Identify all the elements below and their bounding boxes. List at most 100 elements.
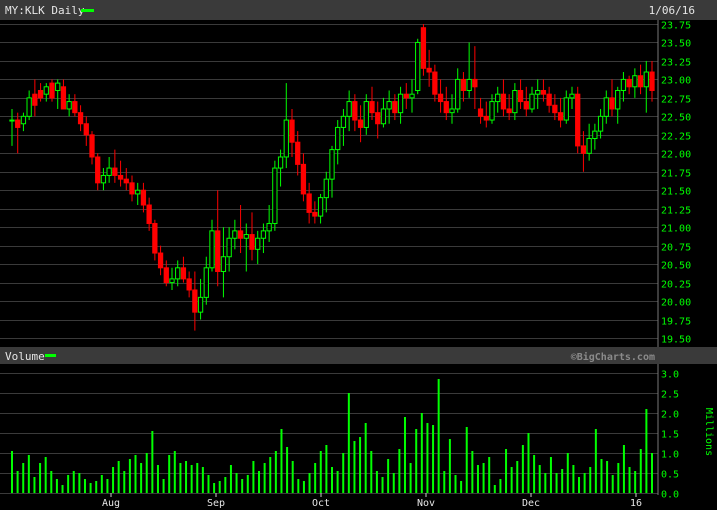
volume-bar bbox=[370, 451, 373, 493]
volume-bar bbox=[375, 471, 378, 493]
volume-bar bbox=[173, 451, 176, 493]
candle-body bbox=[106, 167, 112, 176]
candle-body bbox=[55, 82, 61, 91]
volume-bar bbox=[493, 485, 496, 493]
volume-bar bbox=[471, 451, 474, 493]
volume-bar bbox=[342, 453, 345, 493]
volume-bar bbox=[353, 441, 356, 493]
volume-bar bbox=[476, 465, 479, 493]
volume-bar bbox=[319, 451, 322, 493]
price-tick-label: 22.50 bbox=[661, 113, 691, 124]
candle-body bbox=[89, 134, 95, 158]
candle-body bbox=[535, 89, 541, 95]
candle-body bbox=[49, 82, 55, 99]
volume-bar bbox=[566, 453, 569, 493]
volume-bar bbox=[89, 483, 92, 493]
volume-bar bbox=[78, 473, 81, 493]
candle-body bbox=[226, 237, 232, 258]
volume-bar bbox=[331, 467, 333, 493]
volume-tick-label: 1.0 bbox=[661, 450, 679, 461]
volume-bar bbox=[578, 477, 581, 493]
volume-bar bbox=[510, 467, 513, 493]
volume-bar bbox=[16, 471, 19, 493]
candle-body bbox=[197, 296, 204, 313]
volume-bar bbox=[50, 471, 53, 493]
candle-body bbox=[375, 112, 381, 125]
volume-bar bbox=[600, 459, 603, 493]
volume-bar bbox=[72, 471, 75, 493]
candle-body bbox=[180, 267, 187, 280]
candle-body bbox=[380, 108, 387, 125]
candle-body bbox=[243, 234, 249, 239]
candle-body bbox=[100, 174, 107, 184]
volume-bar bbox=[443, 471, 446, 493]
price-tick-label: 19.50 bbox=[661, 335, 691, 346]
candle-body bbox=[392, 101, 398, 114]
candle-body bbox=[323, 178, 329, 199]
x-tick-label: Dec bbox=[522, 498, 540, 509]
volume-bar bbox=[162, 479, 165, 493]
candle-body bbox=[409, 93, 415, 99]
price-tick-label: 22.25 bbox=[661, 132, 691, 143]
candle-body bbox=[460, 78, 467, 91]
candle-body bbox=[163, 267, 169, 284]
candle-body bbox=[563, 97, 569, 121]
candle-body bbox=[340, 115, 347, 128]
candle-body bbox=[249, 234, 255, 250]
candle-body bbox=[592, 130, 598, 140]
volume-bar bbox=[420, 413, 423, 493]
candle-body bbox=[609, 97, 615, 110]
candle-body bbox=[603, 97, 609, 117]
volume-bar bbox=[11, 451, 13, 493]
volume-bar bbox=[409, 463, 412, 493]
volume-tick-label: 0.5 bbox=[661, 470, 679, 481]
candle-body bbox=[146, 204, 152, 224]
volume-bar bbox=[308, 473, 311, 493]
volume-bar bbox=[415, 429, 418, 493]
candle-body bbox=[272, 167, 278, 224]
candle-body bbox=[60, 86, 67, 110]
candle-body bbox=[546, 93, 552, 106]
candle-body bbox=[455, 78, 461, 110]
volume-bar bbox=[112, 467, 115, 493]
candle-body bbox=[83, 123, 89, 136]
volume-bar bbox=[336, 471, 339, 493]
candle-body bbox=[215, 230, 221, 273]
volume-bar bbox=[179, 463, 182, 493]
candle-body bbox=[317, 197, 324, 217]
candle-body bbox=[117, 174, 124, 180]
candle-body bbox=[129, 182, 135, 195]
volume-bar bbox=[235, 473, 238, 493]
candle-body bbox=[512, 89, 518, 114]
candle-body bbox=[186, 278, 192, 291]
price-tick-label: 23.75 bbox=[661, 21, 691, 32]
candle-body bbox=[449, 108, 455, 114]
price-tick-label: 20.25 bbox=[661, 280, 691, 291]
volume-legend-swatch bbox=[45, 354, 56, 357]
candle-body bbox=[437, 93, 444, 103]
volume-bar bbox=[583, 473, 586, 493]
candle-body bbox=[175, 267, 181, 280]
volume-bar bbox=[505, 449, 508, 493]
price-tick-label: 21.25 bbox=[661, 206, 691, 217]
volume-bar bbox=[589, 467, 592, 493]
candle-body bbox=[363, 101, 369, 128]
volume-bar bbox=[258, 471, 261, 493]
volume-bar bbox=[44, 457, 47, 493]
volume-bar bbox=[33, 477, 36, 493]
volume-bar bbox=[538, 465, 541, 493]
candle-body bbox=[575, 93, 581, 147]
candle-body bbox=[329, 149, 335, 180]
candle-body bbox=[637, 75, 644, 88]
volume-bar bbox=[432, 425, 435, 493]
volume-bar bbox=[151, 431, 154, 493]
volume-bar bbox=[185, 461, 188, 493]
candle-body bbox=[289, 119, 295, 143]
candle bbox=[415, 38, 421, 95]
volume-bar bbox=[280, 429, 283, 493]
candle-body bbox=[540, 89, 547, 95]
candle-body bbox=[26, 97, 32, 117]
symbol-label: MY:KLK Daily bbox=[5, 4, 85, 17]
candle-body bbox=[517, 89, 524, 103]
volume-bar bbox=[594, 429, 597, 493]
